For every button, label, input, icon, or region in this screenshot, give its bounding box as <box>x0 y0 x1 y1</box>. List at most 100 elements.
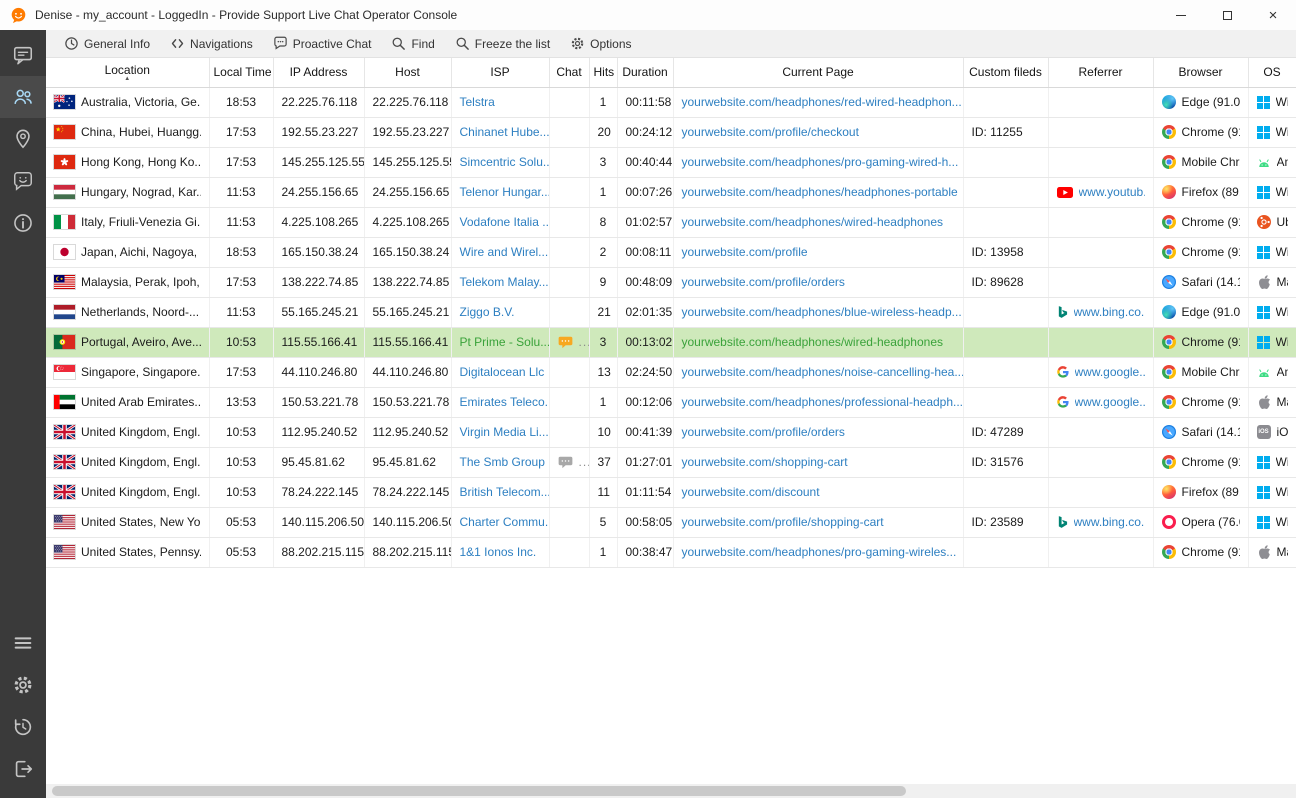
visitor-row[interactable]: United Kingdom, Engl...10:5378.24.222.14… <box>46 477 1296 507</box>
current-page-link[interactable]: yourwebsite.com/shopping-cart <box>682 455 848 469</box>
toolbar-item-general-info[interactable]: General Info <box>54 32 160 55</box>
edge-browser-icon <box>1162 95 1176 109</box>
visitor-isp-link[interactable]: Telekom Malay... <box>460 275 549 289</box>
current-page-link[interactable]: yourwebsite.com/headphones/wired-headpho… <box>682 335 944 349</box>
chat-more-menu[interactable]: ... <box>579 455 590 469</box>
visitor-isp-link[interactable]: Emirates Teleco... <box>460 395 550 409</box>
column-header-duration[interactable]: Duration <box>617 58 673 87</box>
column-header-chat[interactable]: Chat <box>549 58 589 87</box>
column-header-hits[interactable]: Hits <box>589 58 617 87</box>
sidebar-item-feedback[interactable] <box>0 160 46 202</box>
visitor-row[interactable]: Japan, Aichi, Nagoya, ...18:53165.150.38… <box>46 237 1296 267</box>
visitor-hits: 1 <box>589 537 617 567</box>
minimize-icon[interactable] <box>1158 0 1204 30</box>
visitor-row[interactable]: Italy, Friuli-Venezia Gi...11:534.225.10… <box>46 207 1296 237</box>
sidebar-item-geo-map[interactable] <box>0 118 46 160</box>
visitor-isp-link[interactable]: Vodafone Italia ... <box>460 215 550 229</box>
current-page-link[interactable]: yourwebsite.com/profile/orders <box>682 425 845 439</box>
visitor-duration: 00:41:39 <box>617 417 673 447</box>
visitor-os: Win <box>1276 185 1288 199</box>
column-header-location[interactable]: Location▲ <box>46 58 209 87</box>
close-icon[interactable]: × <box>1250 0 1296 30</box>
visitor-isp-link[interactable]: Simcentric Solu... <box>460 155 550 169</box>
current-page-link[interactable]: yourwebsite.com/headphones/red-wired-hea… <box>682 95 962 109</box>
visitor-row[interactable]: Hong Kong, Hong Ko...17:53145.255.125.55… <box>46 147 1296 177</box>
current-page-link[interactable]: yourwebsite.com/profile/checkout <box>682 125 859 139</box>
current-page-link[interactable]: yourwebsite.com/profile/orders <box>682 275 845 289</box>
column-header-referrer[interactable]: Referrer <box>1048 58 1153 87</box>
visitor-row[interactable]: United Kingdom, Engl...10:5395.45.81.629… <box>46 447 1296 477</box>
scrollbar-thumb[interactable] <box>52 786 906 796</box>
visitor-row[interactable]: United States, New Yo...05:53140.115.206… <box>46 507 1296 537</box>
visitor-row[interactable]: United States, Pennsy...05:5388.202.215.… <box>46 537 1296 567</box>
column-header-local_time[interactable]: Local Time <box>209 58 273 87</box>
visitor-row[interactable]: Malaysia, Perak, Ipoh, ...17:53138.222.7… <box>46 267 1296 297</box>
referrer-link[interactable]: www.google... <box>1075 365 1145 379</box>
visitor-isp-link[interactable]: Virgin Media Li... <box>460 425 549 439</box>
toolbar-item-options[interactable]: Options <box>560 32 641 55</box>
visitor-location: Malaysia, Perak, Ipoh, ... <box>81 275 201 289</box>
current-page-link[interactable]: yourwebsite.com/profile <box>682 245 808 259</box>
toolbar-item-proactive-chat[interactable]: Proactive Chat <box>263 32 382 55</box>
visitor-isp-link[interactable]: Ziggo B.V. <box>460 305 515 319</box>
sidebar-item-settings[interactable] <box>0 664 46 706</box>
chat-more-menu[interactable]: ... <box>579 335 590 349</box>
visitor-row[interactable]: United Arab Emirates...13:53150.53.221.7… <box>46 387 1296 417</box>
sidebar-item-visitors[interactable] <box>0 76 46 118</box>
column-header-os[interactable]: OS <box>1248 58 1296 87</box>
current-page-link[interactable]: yourwebsite.com/headphones/wired-headpho… <box>682 215 944 229</box>
visitor-chat-cell <box>549 357 589 387</box>
current-page-link[interactable]: yourwebsite.com/headphones/pro-gaming-wi… <box>682 155 959 169</box>
column-header-browser[interactable]: Browser <box>1153 58 1248 87</box>
current-page-link[interactable]: yourwebsite.com/discount <box>682 485 820 499</box>
visitor-isp-link[interactable]: The Smb Group <box>460 455 545 469</box>
visitor-host: 138.222.74.85 <box>364 267 451 297</box>
visitor-isp-link[interactable]: Telstra <box>460 95 495 109</box>
horizontal-scrollbar[interactable] <box>46 784 1296 798</box>
visitor-row[interactable]: Netherlands, Noord-...11:5355.165.245.21… <box>46 297 1296 327</box>
sidebar-item-chats[interactable] <box>0 34 46 76</box>
referrer-link[interactable]: www.google... <box>1075 395 1145 409</box>
column-header-isp[interactable]: ISP <box>451 58 549 87</box>
column-header-current_page[interactable]: Current Page <box>673 58 963 87</box>
current-page-link[interactable]: yourwebsite.com/headphones/professional-… <box>682 395 964 409</box>
referrer-link[interactable]: www.youtub... <box>1079 185 1145 199</box>
column-header-host[interactable]: Host <box>364 58 451 87</box>
visitor-row[interactable]: Australia, Victoria, Ge...18:5322.225.76… <box>46 87 1296 117</box>
toolbar-item-navigations[interactable]: Navigations <box>160 32 263 55</box>
chat-bubble-icon[interactable] <box>558 456 573 469</box>
visitor-row[interactable]: United Kingdom, Engl...10:53112.95.240.5… <box>46 417 1296 447</box>
sidebar-item-history[interactable] <box>0 706 46 748</box>
column-header-custom[interactable]: Custom fileds <box>963 58 1048 87</box>
current-page-link[interactable]: yourwebsite.com/headphones/pro-gaming-wi… <box>682 545 957 559</box>
visitor-isp-link[interactable]: Pt Prime - Solu... <box>460 335 550 349</box>
chat-bubble-dots-icon <box>273 36 288 51</box>
toolbar-item-freeze-the-list[interactable]: Freeze the list <box>445 32 560 55</box>
visitor-isp-link[interactable]: 1&1 Ionos Inc. <box>460 545 537 559</box>
visitor-row[interactable]: Hungary, Nograd, Kar...11:5324.255.156.6… <box>46 177 1296 207</box>
sidebar-item-logout[interactable] <box>0 748 46 790</box>
referrer-link[interactable]: www.bing.co... <box>1074 515 1145 529</box>
referrer-link[interactable]: www.bing.co... <box>1074 305 1145 319</box>
visitor-isp-link[interactable]: British Telecom... <box>460 485 550 499</box>
maximize-icon[interactable] <box>1204 0 1250 30</box>
visitor-row[interactable]: China, Hubei, Huangg...17:53192.55.23.22… <box>46 117 1296 147</box>
current-page-link[interactable]: yourwebsite.com/headphones/headphones-po… <box>682 185 958 199</box>
column-header-ip[interactable]: IP Address <box>273 58 364 87</box>
visitor-isp-link[interactable]: Digitalocean Llc <box>460 365 545 379</box>
visitor-isp-link[interactable]: Chinanet Hube... <box>460 125 550 139</box>
visitor-isp-link[interactable]: Telenor Hungar... <box>460 185 550 199</box>
visitor-row[interactable]: Portugal, Aveiro, Ave...10:53115.55.166.… <box>46 327 1296 357</box>
visitor-row[interactable]: Singapore, Singapore...17:5344.110.246.8… <box>46 357 1296 387</box>
current-page-link[interactable]: yourwebsite.com/headphones/blue-wireless… <box>682 305 962 319</box>
visitor-isp-link[interactable]: Wire and Wirel... <box>460 245 549 259</box>
toolbar-item-find[interactable]: Find <box>381 32 444 55</box>
sidebar-item-info[interactable] <box>0 202 46 244</box>
visitor-browser: Chrome (91... <box>1182 545 1240 559</box>
visitor-chat-cell <box>549 177 589 207</box>
chat-bubble-icon[interactable] <box>558 336 573 349</box>
current-page-link[interactable]: yourwebsite.com/profile/shopping-cart <box>682 515 884 529</box>
sidebar-item-menu[interactable] <box>0 622 46 664</box>
current-page-link[interactable]: yourwebsite.com/headphones/noise-cancell… <box>682 365 964 379</box>
visitor-isp-link[interactable]: Charter Commu... <box>460 515 550 529</box>
